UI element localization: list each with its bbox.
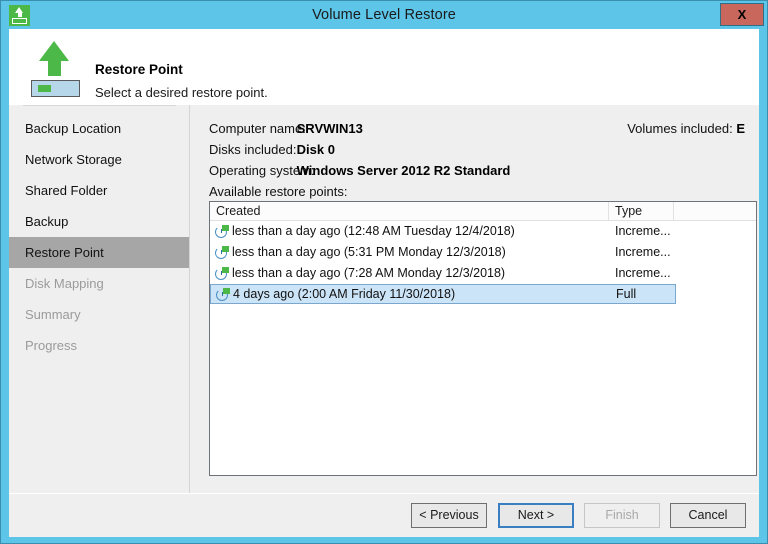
- next-button[interactable]: Next >: [498, 503, 574, 528]
- sidebar-item-shared-folder[interactable]: Shared Folder: [9, 175, 189, 206]
- wizard-content: Computer name: SRVWIN13 Volumes included…: [191, 105, 759, 493]
- sidebar-item-summary: Summary: [25, 307, 81, 322]
- operating-system-value: Windows Server 2012 R2 Standard: [296, 163, 511, 178]
- row-type-value: Increme...: [615, 224, 671, 238]
- dialog-header: Restore Point Select a desired restore p…: [9, 29, 759, 105]
- computer-name-value: SRVWIN13: [296, 121, 363, 136]
- disks-included-label: Disks included:: [209, 142, 297, 157]
- finish-button: Finish: [584, 503, 660, 528]
- sidebar-item-restore-point[interactable]: Restore Point: [9, 237, 189, 268]
- table-row[interactable]: less than a day ago (5:31 PM Monday 12/3…: [210, 243, 676, 263]
- restore-point-clock-icon: [215, 267, 229, 281]
- previous-button[interactable]: < Previous: [411, 503, 487, 528]
- volume-level-restore-dialog: Volume Level Restore X Restore Point Sel…: [0, 0, 768, 544]
- computer-name-row: Computer name: SRVWIN13: [209, 121, 363, 136]
- row-type-value: Increme...: [615, 245, 671, 259]
- column-header-type[interactable]: Type: [609, 202, 674, 221]
- volumes-included-value: E: [736, 121, 745, 136]
- page-subtitle: Select a desired restore point.: [95, 85, 268, 100]
- row-created-value: less than a day ago (12:48 AM Tuesday 12…: [232, 224, 515, 238]
- restore-point-clock-icon: [215, 246, 229, 260]
- sidebar-divider: [23, 105, 176, 106]
- table-row-selected[interactable]: 4 days ago (2:00 AM Friday 11/30/2018) F…: [210, 284, 676, 304]
- page-title: Restore Point: [95, 62, 183, 77]
- sidebar-item-network-storage[interactable]: Network Storage: [9, 144, 189, 175]
- sidebar-item-backup[interactable]: Backup: [9, 206, 189, 237]
- dialog-footer: < Previous Next > Finish Cancel: [9, 493, 759, 537]
- wizard-sidebar: Backup Location Network Storage Shared F…: [9, 105, 190, 493]
- volumes-included-label: Volumes included:: [627, 121, 733, 136]
- operating-system-label: Operating system:: [209, 163, 315, 178]
- window-title: Volume Level Restore: [312, 7, 456, 23]
- dialog-body: Backup Location Network Storage Shared F…: [9, 105, 759, 493]
- table-row[interactable]: less than a day ago (12:48 AM Tuesday 12…: [210, 222, 676, 242]
- table-row[interactable]: less than a day ago (7:28 AM Monday 12/3…: [210, 264, 676, 284]
- computer-name-label: Computer name:: [209, 121, 306, 136]
- column-header-created[interactable]: Created: [210, 202, 609, 221]
- sidebar-item-backup-location[interactable]: Backup Location: [9, 113, 189, 144]
- disks-included-row: Disks included: Disk 0: [209, 142, 335, 157]
- row-created-value: less than a day ago (7:28 AM Monday 12/3…: [232, 266, 506, 280]
- title-bar: Volume Level Restore X: [1, 1, 767, 29]
- disks-included-value: Disk 0: [296, 142, 335, 157]
- row-type-value: Full: [616, 287, 637, 301]
- row-created-value: 4 days ago (2:00 AM Friday 11/30/2018): [233, 287, 456, 301]
- sidebar-item-progress: Progress: [25, 338, 78, 353]
- close-button[interactable]: X: [720, 3, 764, 26]
- column-header-blank[interactable]: [674, 202, 756, 221]
- restore-point-clock-icon: [216, 288, 230, 302]
- restore-points-list[interactable]: Created Type less than a day ago (12:48 …: [209, 201, 757, 476]
- restore-point-clock-icon: [215, 225, 229, 239]
- green-up-arrow-drive-icon: [23, 39, 89, 99]
- row-created-value: less than a day ago (5:31 PM Monday 12/3…: [232, 245, 506, 259]
- available-restore-points-label: Available restore points:: [209, 184, 348, 199]
- restore-points-header: Created Type: [210, 202, 756, 221]
- volumes-included-row: Volumes included: E: [627, 121, 745, 136]
- row-type-value: Increme...: [615, 266, 671, 280]
- operating-system-row: Operating system: Windows Server 2012 R2…: [209, 163, 510, 178]
- cancel-button[interactable]: Cancel: [670, 503, 746, 528]
- sidebar-item-disk-mapping: Disk Mapping: [25, 276, 104, 291]
